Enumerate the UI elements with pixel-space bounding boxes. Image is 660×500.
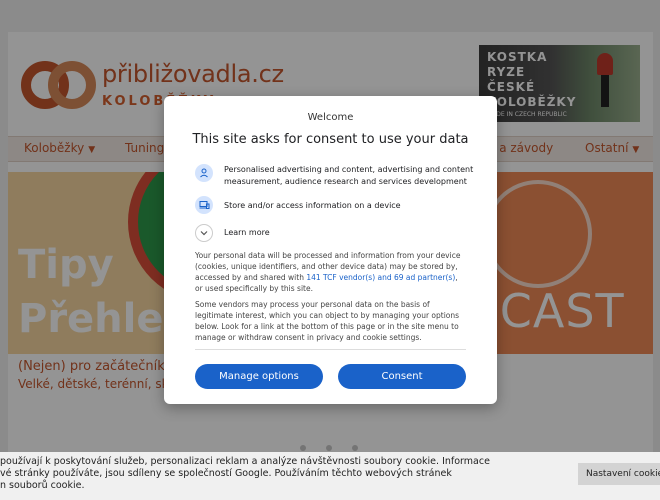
vendors-link[interactable]: 141 TCF vendor(s) and 69 ad partner(s) [306,273,455,282]
cookie-settings-button[interactable]: Nastavení cookie [578,463,660,485]
dialog-eyebrow: Welcome [307,112,354,123]
learn-more-label[interactable]: Learn more [224,227,474,239]
dialog-divider [195,349,466,350]
dialog-paragraph-2: Some vendors may process your personal d… [195,300,460,342]
purpose-text: Personalised advertising and content, ad… [224,165,474,186]
manage-options-button[interactable]: Manage options [195,364,323,389]
dialog-title: This site asks for consent to use your d… [192,132,469,147]
chevron-down-icon[interactable] [195,224,213,242]
dialog-paragraph-1: Your personal data will be processed and… [195,250,466,294]
cookie-bar-line-1: používají k poskytování služeb, personal… [0,456,490,467]
purpose-text: Store and/or access information on a dev… [224,201,401,210]
cookie-bar: používají k poskytování služeb, personal… [0,452,660,500]
person-icon [195,164,213,182]
devices-icon [195,196,213,214]
consent-button[interactable]: Consent [338,364,466,389]
cookie-bar-text: používají k poskytování služeb, personal… [0,456,520,492]
cookie-bar-line-3: n souborů cookie. [0,480,85,491]
cookie-bar-line-2: vé stránky používáte, jsou sdíleny se sp… [0,468,452,479]
consent-dialog: Welcome This site asks for consent to us… [164,96,497,404]
